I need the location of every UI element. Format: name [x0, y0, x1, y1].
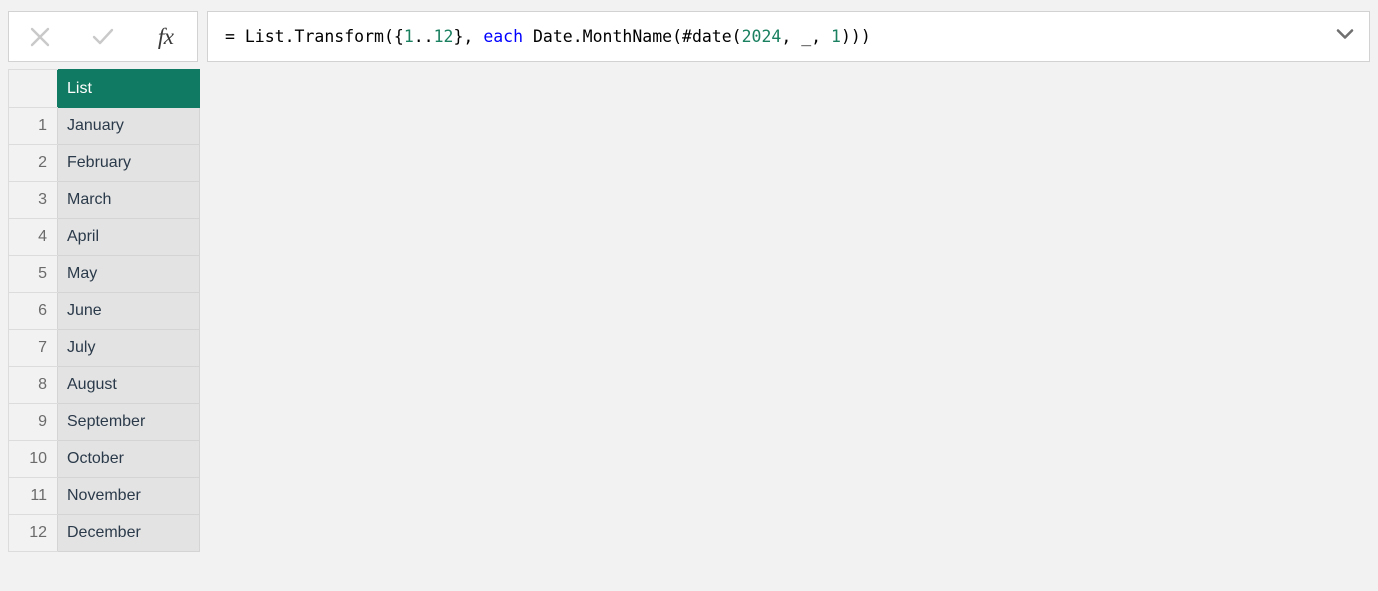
- row-index-cell: 3: [8, 181, 58, 219]
- fx-icon: fx: [157, 24, 174, 49]
- table-header-row: List: [8, 69, 200, 108]
- row-value-cell[interactable]: January: [57, 107, 200, 145]
- row-index-cell: 2: [8, 144, 58, 182]
- formula-token-5: each: [483, 27, 524, 46]
- row-index-cell: 6: [8, 292, 58, 330]
- formula-token-9: 1: [831, 27, 841, 46]
- table-body: 1 January 2 February 3 March 4 April 5 May 6 June 7 J…: [8, 107, 200, 552]
- row-value-cell[interactable]: July: [57, 329, 200, 367]
- formula-token-4: },: [453, 27, 484, 46]
- formula-token-10: ))): [840, 27, 871, 46]
- table-row[interactable]: 9 September: [8, 403, 200, 441]
- row-value-cell[interactable]: November: [57, 477, 200, 515]
- row-value-cell[interactable]: September: [57, 403, 200, 441]
- list-column-header[interactable]: List: [57, 69, 200, 108]
- row-value-cell[interactable]: February: [57, 144, 200, 182]
- table-row[interactable]: 5 May: [8, 255, 200, 293]
- table-row[interactable]: 1 January: [8, 107, 200, 145]
- insert-function-button[interactable]: fx: [134, 12, 197, 61]
- row-value-cell[interactable]: March: [57, 181, 200, 219]
- formula-bar-region: fx = List.Transform({1..12}, each Date.M…: [0, 0, 1378, 70]
- formula-input[interactable]: = List.Transform({1..12}, each Date.Mont…: [207, 11, 1370, 62]
- index-column-header: [8, 69, 58, 108]
- row-value-cell[interactable]: December: [57, 514, 200, 552]
- row-index-cell: 1: [8, 107, 58, 145]
- row-index-cell: 8: [8, 366, 58, 404]
- row-index-cell: 11: [8, 477, 58, 515]
- table-row[interactable]: 11 November: [8, 477, 200, 515]
- row-value-cell[interactable]: June: [57, 292, 200, 330]
- row-index-cell: 4: [8, 218, 58, 256]
- table-row[interactable]: 2 February: [8, 144, 200, 182]
- formula-token-3: 12: [433, 27, 454, 46]
- table-row[interactable]: 7 July: [8, 329, 200, 367]
- table-row[interactable]: 6 June: [8, 292, 200, 330]
- table-row[interactable]: 3 March: [8, 181, 200, 219]
- cancel-formula-button[interactable]: [9, 12, 72, 61]
- formula-token-8: , _,: [781, 27, 832, 46]
- formula-token-7: 2024: [741, 27, 782, 46]
- list-result-table: List 1 January 2 February 3 March 4 April 5 May 6 J…: [8, 69, 200, 552]
- formula-token-6: Date.MonthName(#date(: [523, 27, 742, 46]
- formula-token-0: = List.Transform({: [225, 27, 404, 46]
- table-row[interactable]: 4 April: [8, 218, 200, 256]
- table-row[interactable]: 8 August: [8, 366, 200, 404]
- row-index-cell: 9: [8, 403, 58, 441]
- row-value-cell[interactable]: April: [57, 218, 200, 256]
- row-index-cell: 7: [8, 329, 58, 367]
- close-icon: [25, 22, 55, 52]
- row-value-cell[interactable]: October: [57, 440, 200, 478]
- row-index-cell: 12: [8, 514, 58, 552]
- row-index-cell: 10: [8, 440, 58, 478]
- check-icon: [88, 22, 118, 52]
- chevron-down-icon: [1334, 23, 1356, 50]
- row-value-cell[interactable]: August: [57, 366, 200, 404]
- formula-token-2: ..: [413, 27, 434, 46]
- row-index-cell: 5: [8, 255, 58, 293]
- table-row[interactable]: 10 October: [8, 440, 200, 478]
- row-value-cell[interactable]: May: [57, 255, 200, 293]
- formula-token-1: 1: [403, 27, 414, 46]
- table-row[interactable]: 12 December: [8, 514, 200, 552]
- formula-expand-button[interactable]: [1320, 12, 1369, 61]
- formula-bar-button-group: fx: [8, 11, 198, 62]
- formula-text: = List.Transform({1..12}, each Date.Mont…: [225, 12, 871, 61]
- accept-formula-button[interactable]: [72, 12, 135, 61]
